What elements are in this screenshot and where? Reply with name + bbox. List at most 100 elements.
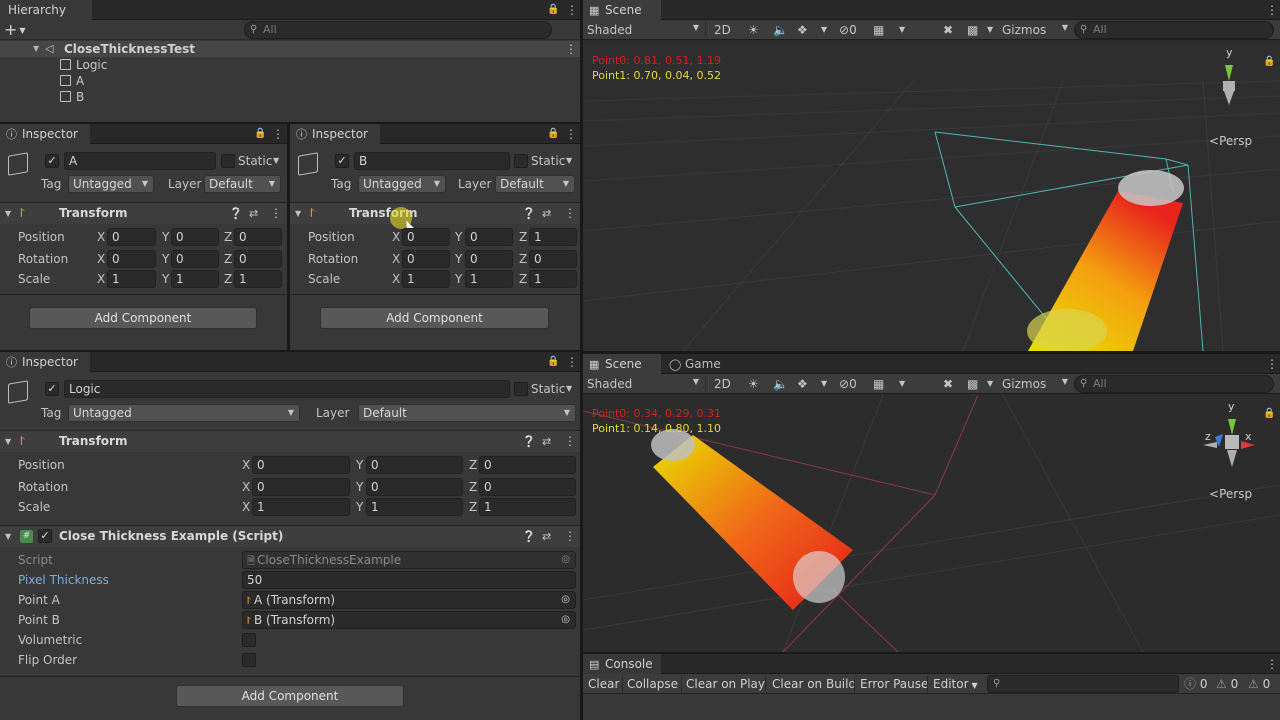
rotation-x-field[interactable]: 0 — [402, 250, 450, 268]
axis-y-label[interactable]: Y — [356, 478, 363, 496]
hierarchy-item-b[interactable]: B — [60, 89, 84, 105]
tab-inspector-a[interactable]: ⓘ Inspector — [0, 124, 90, 145]
script-component-header[interactable]: ▼ # ✓ Close Thickness Example (Script) ❔… — [0, 525, 580, 547]
rotation-z-field[interactable]: 0 — [479, 478, 576, 496]
static-dropdown-icon[interactable]: ▼ — [566, 381, 572, 397]
warning-count-toggle[interactable]: ⚠ 0 — [1216, 674, 1238, 694]
effects-icon[interactable]: ❖ — [797, 374, 808, 394]
grid-icon[interactable]: ▦ — [873, 20, 884, 40]
kebab-menu-icon[interactable]: ⋮ — [1266, 2, 1278, 18]
scale-y-field[interactable]: 1 — [366, 498, 463, 516]
position-z-field[interactable]: 0 — [234, 228, 282, 246]
toggle-2d-button[interactable]: 2D — [714, 20, 731, 40]
rotation-z-field[interactable]: 0 — [234, 250, 282, 268]
tab-scene[interactable]: ▦ Scene — [583, 354, 661, 375]
lighting-icon[interactable]: ☀ — [748, 20, 759, 40]
scale-z-field[interactable]: 1 — [529, 270, 577, 288]
scene-top-viewport[interactable] — [583, 41, 1280, 351]
add-button[interactable]: + ▼ — [4, 20, 34, 40]
axis-y-label[interactable]: Y — [162, 250, 169, 268]
static-checkbox[interactable] — [221, 154, 235, 168]
tag-dropdown[interactable]: Untagged ▼ — [68, 404, 300, 422]
axis-z-label[interactable]: Z — [469, 456, 477, 474]
axis-z-label[interactable]: Z — [469, 498, 477, 516]
expand-arrow-icon[interactable]: ▼ — [33, 41, 39, 57]
tab-hierarchy[interactable]: Hierarchy — [0, 0, 92, 21]
flip-order-checkbox[interactable] — [242, 653, 256, 667]
tag-dropdown[interactable]: Untagged ▼ — [68, 175, 154, 193]
scene-search-input[interactable]: ⚲ All — [1074, 21, 1274, 39]
scale-x-field[interactable]: 1 — [402, 270, 450, 288]
object-picker-icon[interactable]: ◎ — [561, 592, 570, 608]
axis-z-label[interactable]: Z — [469, 478, 477, 496]
clear-button[interactable]: Clear — [588, 674, 619, 694]
kebab-menu-icon[interactable]: ⋮ — [566, 2, 578, 18]
scene-search-input[interactable]: ⚲ All — [1074, 375, 1274, 393]
foldout-arrow-icon[interactable]: ▼ — [295, 203, 301, 224]
rotation-y-field[interactable]: 0 — [366, 478, 463, 496]
axis-z-label[interactable]: Z — [519, 250, 527, 268]
static-label[interactable]: Static — [531, 152, 565, 170]
gizmos-dropdown[interactable]: Gizmos ▼ — [1002, 374, 1068, 394]
rotation-x-field[interactable]: 0 — [252, 478, 350, 496]
help-icon[interactable]: ❔ — [522, 431, 536, 452]
add-component-button[interactable]: Add Component — [29, 307, 257, 329]
tab-scene[interactable]: ▦ Scene — [583, 0, 661, 21]
clear-on-build-button[interactable]: Clear on Build — [772, 674, 856, 694]
clear-on-play-button[interactable]: Clear on Play — [686, 674, 765, 694]
kebab-menu-icon[interactable]: ⋮ — [1266, 356, 1278, 372]
position-y-field[interactable]: 0 — [366, 456, 463, 474]
tab-console[interactable]: ▤ Console — [583, 654, 661, 675]
pixel-thickness-field[interactable]: 50 — [242, 571, 576, 589]
lock-icon[interactable]: 🔒 — [547, 355, 559, 368]
position-x-field[interactable]: 0 — [252, 456, 350, 474]
component-kebab-icon[interactable]: ⋮ — [564, 433, 576, 449]
persp-label[interactable]: <Persp — [1209, 134, 1252, 148]
hierarchy-item-logic[interactable]: Logic — [60, 57, 107, 73]
rotation-y-field[interactable]: 0 — [465, 250, 513, 268]
kebab-menu-icon[interactable]: ⋮ — [272, 126, 284, 142]
position-z-field[interactable]: 1 — [529, 228, 577, 246]
component-kebab-icon[interactable]: ⋮ — [564, 205, 576, 221]
active-checkbox[interactable]: ✓ — [45, 154, 59, 168]
scene-kebab-icon[interactable]: ⋮ — [565, 41, 577, 57]
scale-y-field[interactable]: 1 — [171, 270, 219, 288]
add-component-button[interactable]: Add Component — [320, 307, 549, 329]
persp-label[interactable]: <Persp — [1209, 487, 1252, 501]
foldout-arrow-icon[interactable]: ▼ — [5, 203, 11, 224]
help-icon[interactable]: ❔ — [229, 203, 243, 224]
camera-icon[interactable]: ▩ — [967, 374, 978, 394]
preset-icon[interactable]: ⇄ — [542, 526, 551, 547]
effects-icon[interactable]: ❖ — [797, 20, 808, 40]
visibility-icon[interactable]: ⊘0 — [839, 374, 857, 394]
layer-dropdown[interactable]: Default ▼ — [358, 404, 576, 422]
axis-x-label[interactable]: X — [242, 456, 250, 474]
preset-icon[interactable]: ⇄ — [542, 431, 551, 452]
camera-icon[interactable]: ▩ — [967, 20, 978, 40]
rotation-x-field[interactable]: 0 — [107, 250, 156, 268]
component-kebab-icon[interactable]: ⋮ — [270, 205, 282, 221]
collapse-button[interactable]: Collapse — [627, 674, 678, 694]
preset-icon[interactable]: ⇄ — [542, 203, 551, 224]
gizmos-dropdown[interactable]: Gizmos ▼ — [1002, 20, 1068, 40]
lighting-icon[interactable]: ☀ — [748, 374, 759, 394]
lock-icon[interactable]: 🔒 — [547, 127, 559, 140]
scale-z-field[interactable]: 1 — [479, 498, 576, 516]
chevron-down-icon[interactable]: ▼ — [987, 20, 993, 40]
static-label[interactable]: Static — [238, 152, 272, 170]
scale-z-field[interactable]: 1 — [234, 270, 282, 288]
error-count-toggle[interactable]: ⚠ 0 — [1248, 674, 1270, 694]
chevron-down-icon[interactable]: ▼ — [987, 374, 993, 394]
chevron-down-icon[interactable]: ▼ — [899, 374, 905, 394]
layer-dropdown[interactable]: Default ▼ — [204, 175, 281, 193]
chevron-down-icon[interactable]: ▼ — [821, 20, 827, 40]
position-y-field[interactable]: 0 — [465, 228, 513, 246]
transform-header[interactable]: ▼ ⨡ Transform ❔ ⇄ ⋮ — [290, 202, 580, 224]
audio-icon[interactable]: 🔈 — [773, 374, 788, 394]
axis-y-label[interactable]: Y — [455, 228, 462, 246]
static-checkbox[interactable] — [514, 154, 528, 168]
script-enabled-checkbox[interactable]: ✓ — [38, 529, 52, 543]
shading-dropdown[interactable]: Shaded ▼ — [587, 374, 703, 394]
static-checkbox[interactable] — [514, 382, 528, 396]
axis-x-label[interactable]: X — [242, 478, 250, 496]
